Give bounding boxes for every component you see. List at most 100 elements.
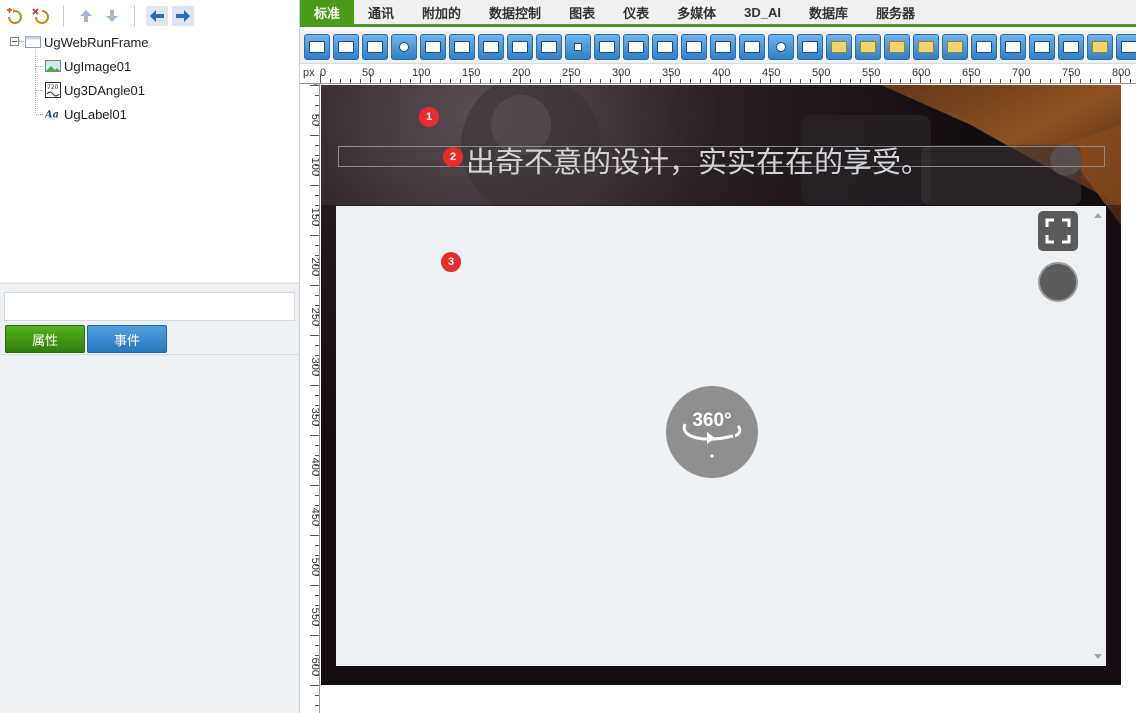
component-icon [715,40,731,53]
palette-tool-button[interactable] [1058,33,1084,60]
palette-tool-button[interactable] [1087,33,1113,60]
move-up-button[interactable] [75,6,97,26]
palette-tool-button[interactable] [739,33,765,60]
component-icon [454,40,470,53]
tree-node-root[interactable]: UgWebRunFrame [25,33,149,51]
toolbar-divider [63,5,64,27]
component-icon [599,40,615,53]
palette-tool-button[interactable] [1029,33,1055,60]
record-button[interactable] [1038,262,1078,302]
properties-tab-button[interactable]: 属性 [5,325,85,353]
scroll-down-arrow[interactable] [1093,653,1103,661]
arrow-right-icon [176,10,190,22]
tree-node-image[interactable]: UgImage01 [45,57,131,75]
tree-node-label: UgImage01 [64,58,132,74]
move-right-button[interactable] [172,6,194,26]
tab-5[interactable]: 仪表 [609,0,663,24]
palette-tool-button[interactable] [681,33,707,60]
rotate-360-button[interactable]: 360° [666,386,758,478]
palette-tool-button[interactable] [507,33,533,60]
tab-6[interactable]: 多媒体 [663,0,730,24]
ruler-x-label: 150 [462,67,480,79]
palette-tool-button[interactable] [333,33,359,60]
svg-text:Aa: Aa [45,110,59,120]
palette-tool-button[interactable] [304,33,330,60]
palette-tool-button[interactable] [710,33,736,60]
component-icon [831,40,847,53]
palette-tool-button[interactable] [971,33,997,60]
headline-label[interactable]: 出奇不意的设计，实实在在的享受。 [466,139,930,181]
image-icon [45,59,61,73]
3d-angle-viewer[interactable]: 3 360° [336,206,1106,666]
palette-tool-button[interactable] [1116,33,1136,60]
tab-0[interactable]: 标准 [300,0,355,24]
tree-node-label: UgWebRunFrame [44,34,149,50]
events-tab-button[interactable]: 事件 [87,325,167,353]
tree-node-label: UgLabel01 [64,106,127,122]
web-run-frame[interactable]: 出奇不意的设计，实实在在的享受。 1 2 3 360° [321,85,1121,685]
component-icon [744,40,760,53]
palette-tool-button[interactable] [420,33,446,60]
tab-7[interactable]: 3D_AI [730,0,795,24]
delete-icon [32,8,49,24]
palette-tool-button[interactable] [855,33,881,60]
component-icon [512,40,528,53]
component-icon [776,41,786,52]
design-canvas: 出奇不意的设计，实实在在的享受。 1 2 3 360° [321,85,1136,713]
scroll-up-arrow[interactable] [1093,211,1103,219]
component-icon [918,40,934,53]
ruler-x-label: 50 [362,67,374,79]
move-left-button[interactable] [146,6,168,26]
component-icon [628,40,644,53]
ruler-x-label: 750 [1062,67,1080,79]
delete-component-button[interactable] [30,6,52,26]
component-icon [976,40,992,53]
move-down-button[interactable] [101,6,123,26]
palette-tool-button[interactable] [942,33,968,60]
palette-tool-button[interactable] [913,33,939,60]
palette-tool-button[interactable] [652,33,678,60]
component-icon [1092,40,1108,53]
tab-3[interactable]: 数据控制 [475,0,555,24]
palette-tool-button[interactable] [391,33,417,60]
palette-tool-button[interactable] [478,33,504,60]
palette-tool-button[interactable] [768,33,794,60]
component-icon [1063,40,1079,53]
tab-2[interactable]: 附加的 [408,0,475,24]
ruler-y-label: 0 [309,84,320,85]
palette-tool-button[interactable] [594,33,620,60]
ruler-y-label: 500 [309,558,320,576]
palette-tool-button[interactable] [1000,33,1026,60]
tree-toolbar [0,0,299,32]
palette-tool-button[interactable] [362,33,388,60]
ruler-x-label: 550 [862,67,880,79]
add-component-button[interactable] [4,6,26,26]
ruler-y-label: 350 [309,408,320,426]
tab-8[interactable]: 数据库 [795,0,862,24]
palette-tool-button[interactable] [536,33,562,60]
property-panel: 属性 事件 [0,283,299,355]
palette-tool-button[interactable] [623,33,649,60]
palette-tool-button[interactable] [884,33,910,60]
tab-4[interactable]: 图表 [555,0,609,24]
designer-app: UgWebRunFrame UgImage01 720 Ug3DAngle01 … [0,0,1136,713]
tab-9[interactable]: 服务器 [862,0,929,24]
component-palette [300,30,1136,64]
tree-node-label[interactable]: Aa UgLabel01 [45,105,127,123]
palette-tool-button[interactable] [797,33,823,60]
palette-tool-button[interactable] [449,33,475,60]
horizontal-ruler: 0 50 100 150 200 250 300 350 400 450 500 550 600 650 7… [300,64,1136,84]
ruler-x-label: 600 [912,67,930,79]
tab-1[interactable]: 通讯 [354,0,408,24]
fullscreen-button[interactable] [1038,211,1078,251]
palette-tool-button[interactable] [826,33,852,60]
left-panel: UgWebRunFrame UgImage01 720 Ug3DAngle01 … [0,0,300,713]
palette-tool-button[interactable] [565,33,591,60]
svg-text:720: 720 [47,84,59,91]
component-icon [1121,40,1136,53]
toolbar-divider [134,5,135,27]
property-input[interactable] [4,292,295,321]
ruler-y-label: 600 [309,658,320,676]
tree-node-3dangle[interactable]: 720 Ug3DAngle01 [45,81,145,99]
add-icon [7,8,22,24]
